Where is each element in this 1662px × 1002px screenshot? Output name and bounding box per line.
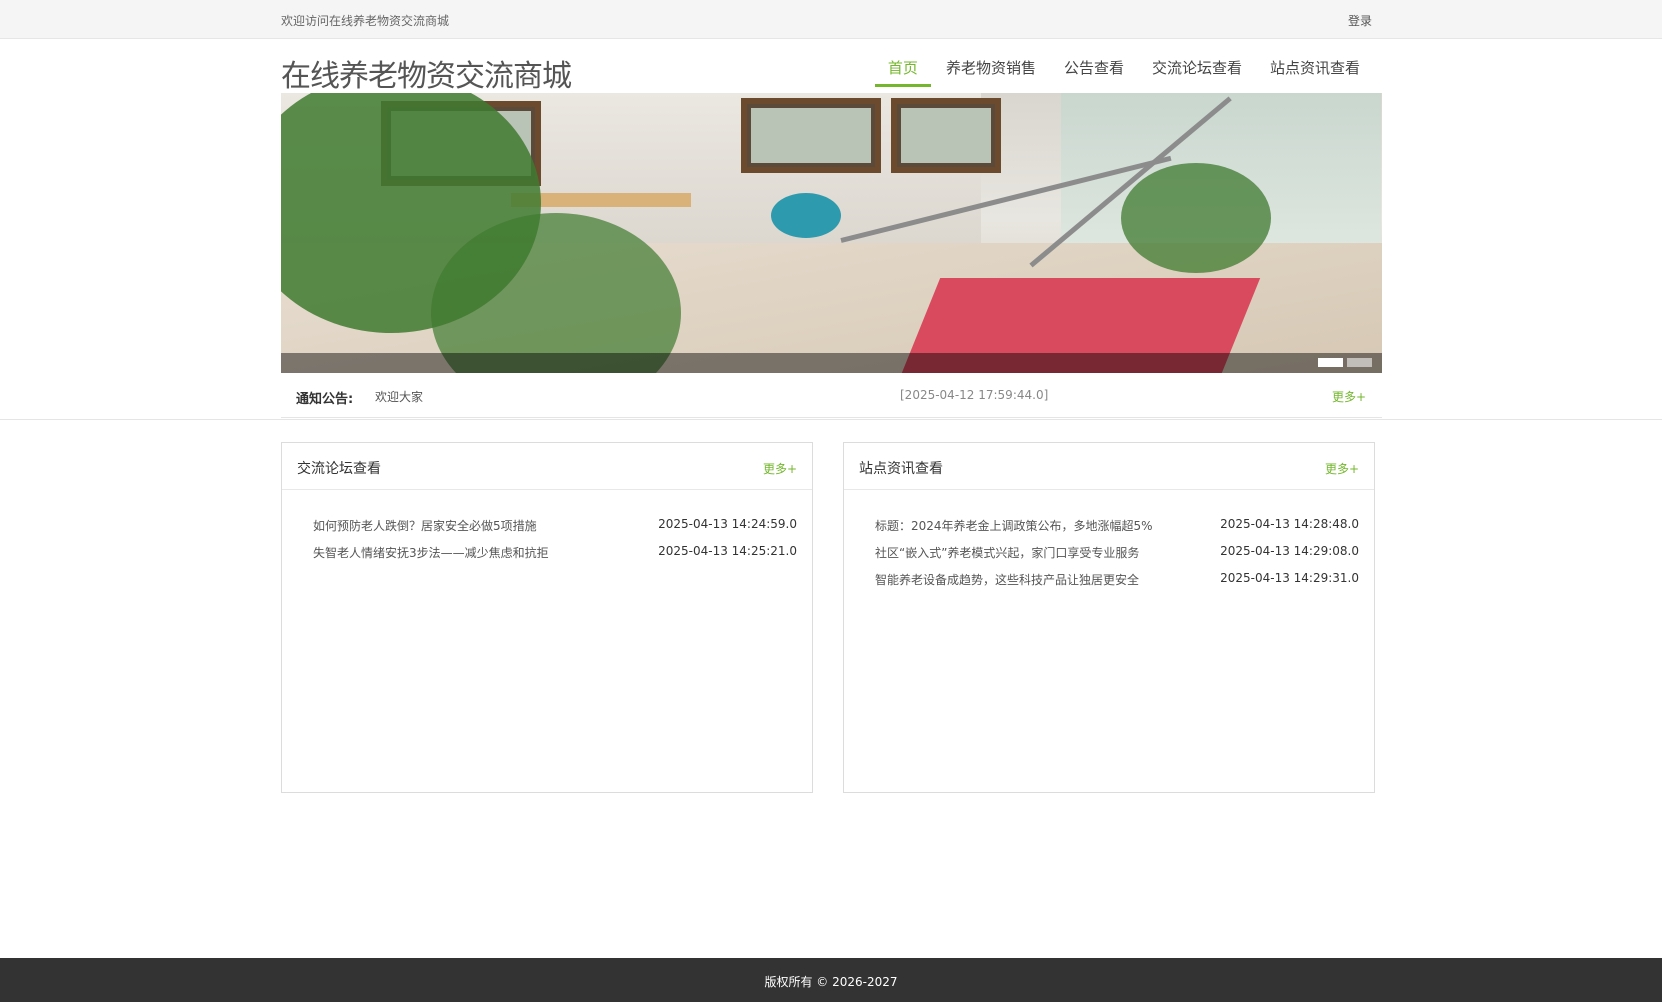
notice-text[interactable]: 欢迎大家 [375,388,423,405]
forum-item-date: 2025-04-13 14:24:59.0 [658,517,797,531]
nav-site-news[interactable]: 站点资讯查看 [1256,39,1374,87]
forum-more-link[interactable]: 更多+ [763,460,797,477]
banner-window [741,98,881,173]
site-footer: 版权所有 © 2026-2027 [0,958,1662,1002]
banner-window [891,98,1001,173]
forum-panel-title: 交流论坛查看 [297,461,381,477]
welcome-text: 欢迎访问在线养老物资交流商城 [281,14,450,28]
news-panel: 站点资讯查看 更多+ 标题：2024年养老金上调政策公布，多地涨幅超5% 202… [843,442,1375,793]
list-item: 失智老人情绪安抚3步法——减少焦虑和抗拒 2025-04-13 14:25:21… [313,544,797,571]
site-header: 在线养老物资交流商城 首页 养老物资销售 公告查看 交流论坛查看 站点资讯查看 [281,39,1382,95]
divider [0,419,1662,420]
top-bar: 欢迎访问在线养老物资交流商城 登录 [0,0,1662,39]
banner-caption-bar [281,353,1382,373]
forum-item-date: 2025-04-13 14:25:21.0 [658,544,797,558]
login-link[interactable]: 登录 [1348,12,1372,29]
forum-item-title[interactable]: 如何预防老人跌倒？居家安全必做5项措施 [313,517,537,534]
news-item-title[interactable]: 标题：2024年养老金上调政策公布，多地涨幅超5% [875,517,1153,534]
carousel-dot-1[interactable] [1318,358,1343,367]
news-item-date: 2025-04-13 14:29:08.0 [1220,544,1359,558]
notice-date: [2025-04-12 17:59:44.0] [900,388,1049,402]
carousel-dot-2[interactable] [1347,358,1372,367]
banner-carousel[interactable] [281,93,1382,373]
notice-bar: 通知公告: 欢迎大家 [2025-04-12 17:59:44.0] 更多+ [281,373,1382,418]
news-list: 标题：2024年养老金上调政策公布，多地涨幅超5% 2025-04-13 14:… [844,490,1374,598]
nav-announcements[interactable]: 公告查看 [1050,39,1138,87]
news-panel-title: 站点资讯查看 [859,461,943,477]
nav-home[interactable]: 首页 [874,39,932,87]
news-item-date: 2025-04-13 14:29:31.0 [1220,571,1359,585]
list-item: 社区“嵌入式”养老模式兴起，家门口享受专业服务 2025-04-13 14:29… [875,544,1359,571]
forum-panel: 交流论坛查看 更多+ 如何预防老人跌倒？居家安全必做5项措施 2025-04-1… [281,442,813,793]
news-panel-header: 站点资讯查看 更多+ [844,443,1374,490]
carousel-indicators [1318,358,1372,367]
content-panels: 交流论坛查看 更多+ 如何预防老人跌倒？居家安全必做5项措施 2025-04-1… [281,442,1375,793]
news-item-date: 2025-04-13 14:28:48.0 [1220,517,1359,531]
copyright-text: 版权所有 © 2026-2027 [764,975,898,989]
news-item-title[interactable]: 智能养老设备成趋势，这些科技产品让独居更安全 [875,571,1139,588]
banner-plant [1121,163,1271,273]
list-item: 如何预防老人跌倒？居家安全必做5项措施 2025-04-13 14:24:59.… [313,517,797,544]
forum-item-title[interactable]: 失智老人情绪安抚3步法——减少焦虑和抗拒 [313,544,549,561]
main-nav: 首页 养老物资销售 公告查看 交流论坛查看 站点资讯查看 [874,39,1374,93]
list-item: 标题：2024年养老金上调政策公布，多地涨幅超5% 2025-04-13 14:… [875,517,1359,544]
forum-list: 如何预防老人跌倒？居家安全必做5项措施 2025-04-13 14:24:59.… [282,490,812,571]
nav-supplies-sale[interactable]: 养老物资销售 [932,39,1050,87]
forum-panel-header: 交流论坛查看 更多+ [282,443,812,490]
notice-more-link[interactable]: 更多+ [1332,388,1366,405]
news-item-title[interactable]: 社区“嵌入式”养老模式兴起，家门口享受专业服务 [875,544,1139,561]
list-item: 智能养老设备成趋势，这些科技产品让独居更安全 2025-04-13 14:29:… [875,571,1359,598]
site-logo[interactable]: 在线养老物资交流商城 [281,51,572,95]
notice-label: 通知公告: [296,392,354,407]
banner-ball [771,193,841,238]
nav-forum[interactable]: 交流论坛查看 [1138,39,1256,87]
news-more-link[interactable]: 更多+ [1325,460,1359,477]
